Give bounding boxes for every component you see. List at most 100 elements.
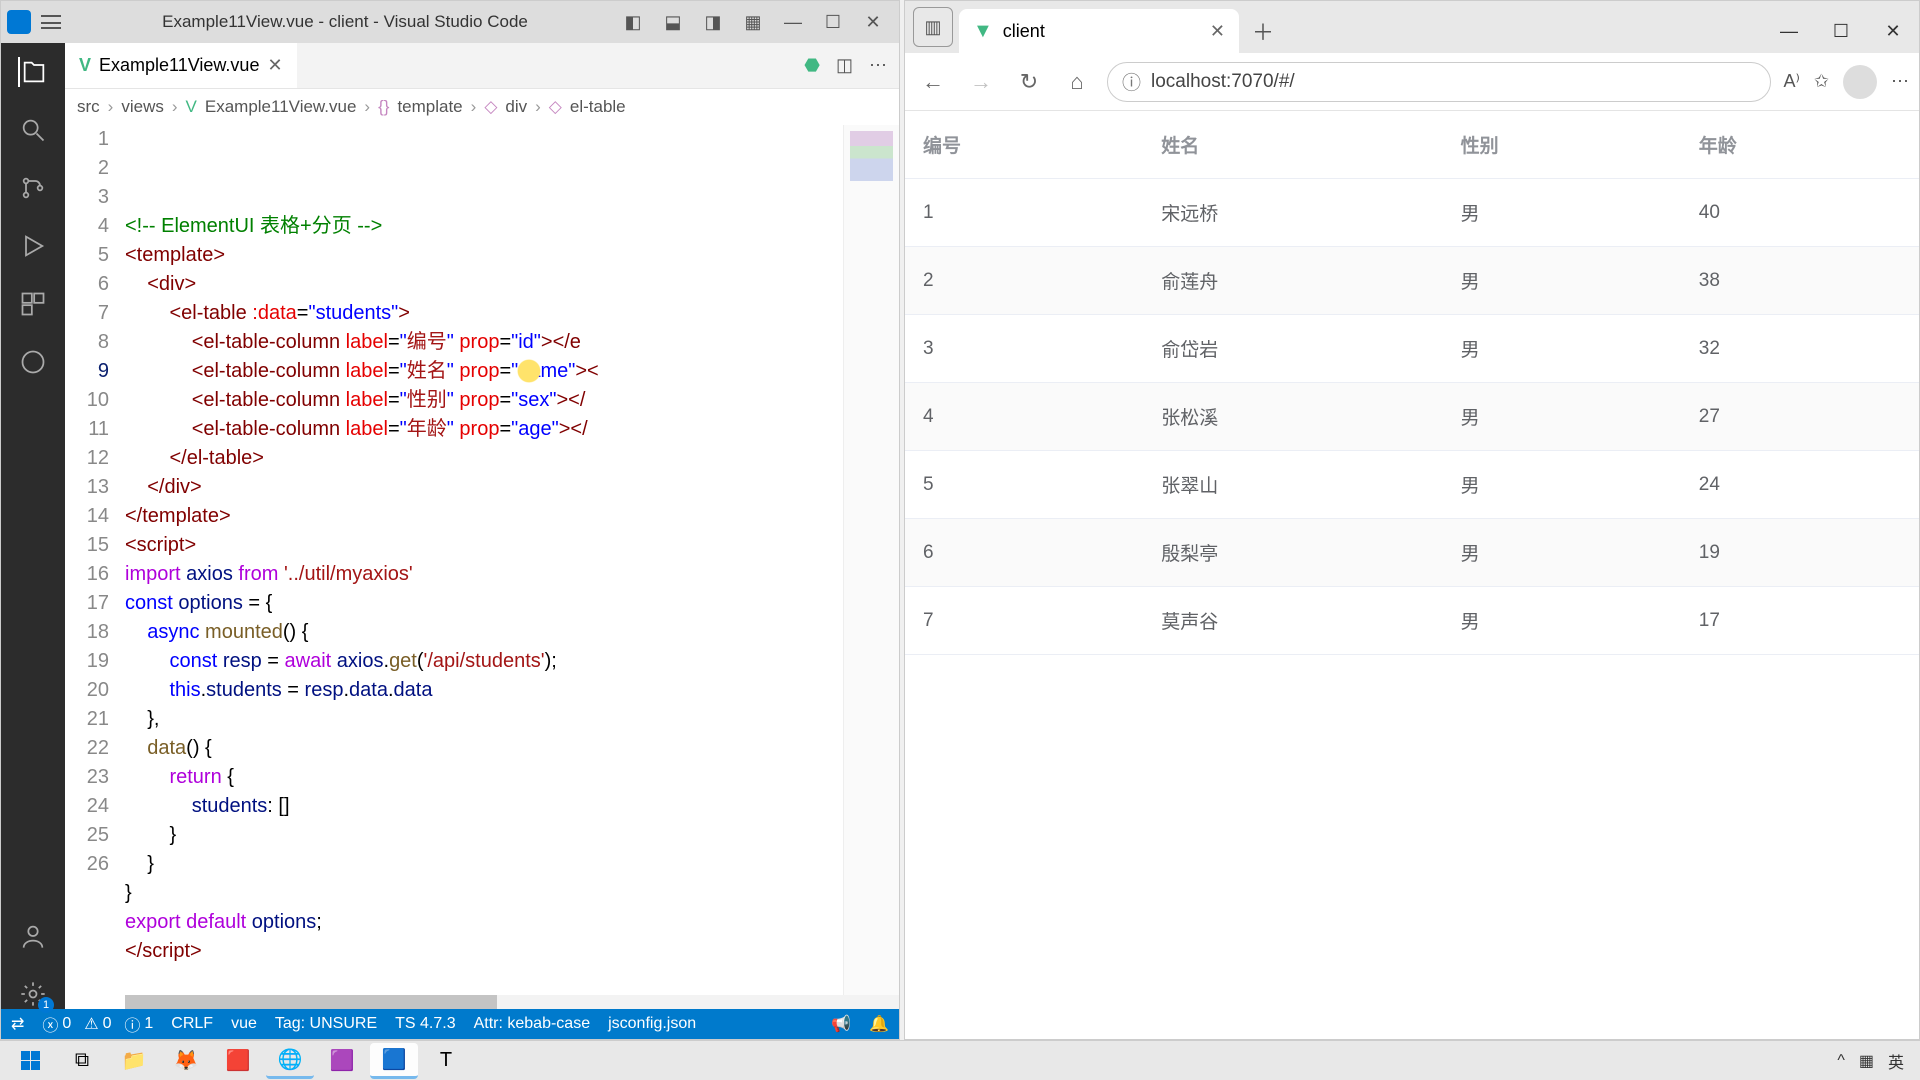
- table-row[interactable]: 2俞莲舟男38: [905, 247, 1919, 315]
- breadcrumb[interactable]: src› views› V Example11View.vue› {} temp…: [65, 89, 899, 125]
- forward-icon[interactable]: →: [963, 64, 999, 100]
- code-line[interactable]: return {: [125, 763, 843, 792]
- remote-icon[interactable]: [18, 347, 48, 377]
- tag-status[interactable]: Tag: UNSURE: [275, 1015, 377, 1033]
- tab-example11view[interactable]: V Example11View.vue ✕: [65, 43, 297, 88]
- breadcrumb-item[interactable]: div: [505, 97, 527, 117]
- code-line[interactable]: }: [125, 850, 843, 879]
- breadcrumb-item[interactable]: src: [77, 97, 100, 117]
- code-line[interactable]: <el-table-column label="姓名" prop="name">…: [125, 357, 843, 386]
- start-button[interactable]: [6, 1043, 54, 1079]
- problems-indicator[interactable]: ⓧ 0 ⚠ 0 ⓘ 1: [42, 1012, 153, 1036]
- office-icon[interactable]: 🟥: [214, 1043, 262, 1079]
- lightbulb-icon[interactable]: [515, 357, 543, 385]
- profile-avatar[interactable]: [1843, 65, 1877, 99]
- explorer-icon[interactable]: [18, 57, 48, 87]
- home-icon[interactable]: ⌂: [1059, 64, 1095, 100]
- ime-indicator[interactable]: 英: [1888, 1049, 1904, 1073]
- table-row[interactable]: 4张松溪男27: [905, 383, 1919, 451]
- source-control-icon[interactable]: [18, 173, 48, 203]
- code-line[interactable]: <template>: [125, 241, 843, 270]
- tab-actions-icon[interactable]: ▥: [913, 7, 953, 47]
- close-icon[interactable]: ✕: [1867, 9, 1919, 53]
- minimap[interactable]: [843, 125, 899, 995]
- code-line[interactable]: students: []: [125, 792, 843, 821]
- maximize-icon[interactable]: ☐: [813, 12, 853, 33]
- code-line[interactable]: </div>: [125, 473, 843, 502]
- code-line[interactable]: this.students = resp.data.data: [125, 676, 843, 705]
- horizontal-scrollbar[interactable]: [125, 995, 899, 1009]
- task-view-icon[interactable]: ⧉: [58, 1043, 106, 1079]
- vscode-taskbar-icon[interactable]: 🟦: [370, 1043, 418, 1079]
- layout-left-icon[interactable]: ◧: [613, 12, 653, 33]
- code-line[interactable]: data() {: [125, 734, 843, 763]
- table-row[interactable]: 1宋远桥男40: [905, 179, 1919, 247]
- extensions-icon[interactable]: [18, 289, 48, 319]
- table-header[interactable]: 姓名: [1143, 111, 1442, 179]
- code-line[interactable]: <el-table-column label="编号" prop="id"></…: [125, 328, 843, 357]
- firefox-icon[interactable]: 🦊: [162, 1043, 210, 1079]
- ts-version[interactable]: TS 4.7.3: [395, 1015, 455, 1033]
- attr-mode[interactable]: Attr: kebab-case: [474, 1015, 591, 1033]
- code-line[interactable]: import axios from '../util/myaxios': [125, 560, 843, 589]
- read-aloud-icon[interactable]: A⁾: [1783, 71, 1799, 92]
- layout-right-icon[interactable]: ◨: [693, 12, 733, 33]
- code-line[interactable]: }: [125, 879, 843, 908]
- breadcrumb-item[interactable]: el-table: [570, 97, 626, 117]
- tray-grid-icon[interactable]: ▦: [1859, 1051, 1874, 1071]
- code-editor[interactable]: 1234567891011121314151617181920212223242…: [65, 125, 899, 995]
- code-line[interactable]: },: [125, 705, 843, 734]
- layout-bottom-icon[interactable]: ⬓: [653, 12, 693, 33]
- code-line[interactable]: }: [125, 821, 843, 850]
- code-line[interactable]: <el-table-column label="年龄" prop="age"><…: [125, 415, 843, 444]
- file-explorer-icon[interactable]: 📁: [110, 1043, 158, 1079]
- menu-icon[interactable]: ⋯: [1891, 71, 1909, 92]
- new-tab-button[interactable]: ＋: [1245, 13, 1281, 49]
- code-line[interactable]: <script>: [125, 531, 843, 560]
- layout-grid-icon[interactable]: ▦: [733, 12, 773, 33]
- table-row[interactable]: 5张翠山男24: [905, 451, 1919, 519]
- intellij-icon[interactable]: 🟪: [318, 1043, 366, 1079]
- browser-tab[interactable]: ▼ client ✕: [959, 9, 1239, 53]
- code-line[interactable]: <el-table-column label="性别" prop="sex"><…: [125, 386, 843, 415]
- text-app-icon[interactable]: T: [422, 1043, 470, 1079]
- code-line[interactable]: </template>: [125, 502, 843, 531]
- tab-close-icon[interactable]: ✕: [267, 55, 282, 76]
- table-header[interactable]: 年龄: [1681, 111, 1919, 179]
- account-icon[interactable]: [18, 921, 48, 951]
- code-line[interactable]: <el-table :data="students">: [125, 299, 843, 328]
- jsconfig-indicator[interactable]: jsconfig.json: [608, 1015, 696, 1033]
- feedback-icon[interactable]: 📢: [831, 1014, 851, 1034]
- maximize-icon[interactable]: ☐: [1815, 9, 1867, 53]
- code-line[interactable]: export default options;: [125, 908, 843, 937]
- close-icon[interactable]: ✕: [853, 12, 893, 33]
- minimize-icon[interactable]: —: [773, 12, 813, 33]
- favorites-icon[interactable]: ✩: [1814, 71, 1829, 92]
- table-row[interactable]: 3俞岱岩男32: [905, 315, 1919, 383]
- minimize-icon[interactable]: —: [1763, 9, 1815, 53]
- bell-icon[interactable]: 🔔: [869, 1014, 889, 1034]
- edge-icon[interactable]: 🌐: [266, 1043, 314, 1079]
- code-line[interactable]: <div>: [125, 270, 843, 299]
- table-row[interactable]: 6殷梨亭男19: [905, 519, 1919, 587]
- run-debug-icon[interactable]: [18, 231, 48, 261]
- code-line[interactable]: <!-- ElementUI 表格+分页 -->: [125, 212, 843, 241]
- table-header[interactable]: 编号: [905, 111, 1143, 179]
- tab-close-icon[interactable]: ✕: [1210, 21, 1225, 42]
- back-icon[interactable]: ←: [915, 64, 951, 100]
- vue-lang-icon[interactable]: ⬣: [804, 55, 820, 76]
- tray-chevron-icon[interactable]: ^: [1837, 1052, 1845, 1070]
- code-line[interactable]: const options = {: [125, 589, 843, 618]
- settings-gear-icon[interactable]: [18, 979, 48, 1009]
- breadcrumb-item[interactable]: Example11View.vue: [205, 97, 357, 117]
- more-icon[interactable]: ⋯: [869, 55, 887, 76]
- address-bar[interactable]: ⓘ localhost:7070/#/: [1107, 62, 1771, 102]
- site-info-icon[interactable]: ⓘ: [1122, 68, 1141, 95]
- hamburger-icon[interactable]: [41, 15, 61, 29]
- code-line[interactable]: async mounted() {: [125, 618, 843, 647]
- breadcrumb-item[interactable]: views: [121, 97, 164, 117]
- table-header[interactable]: 性别: [1443, 111, 1681, 179]
- refresh-icon[interactable]: ↻: [1011, 64, 1047, 100]
- code-line[interactable]: </el-table>: [125, 444, 843, 473]
- table-row[interactable]: 7莫声谷男17: [905, 587, 1919, 655]
